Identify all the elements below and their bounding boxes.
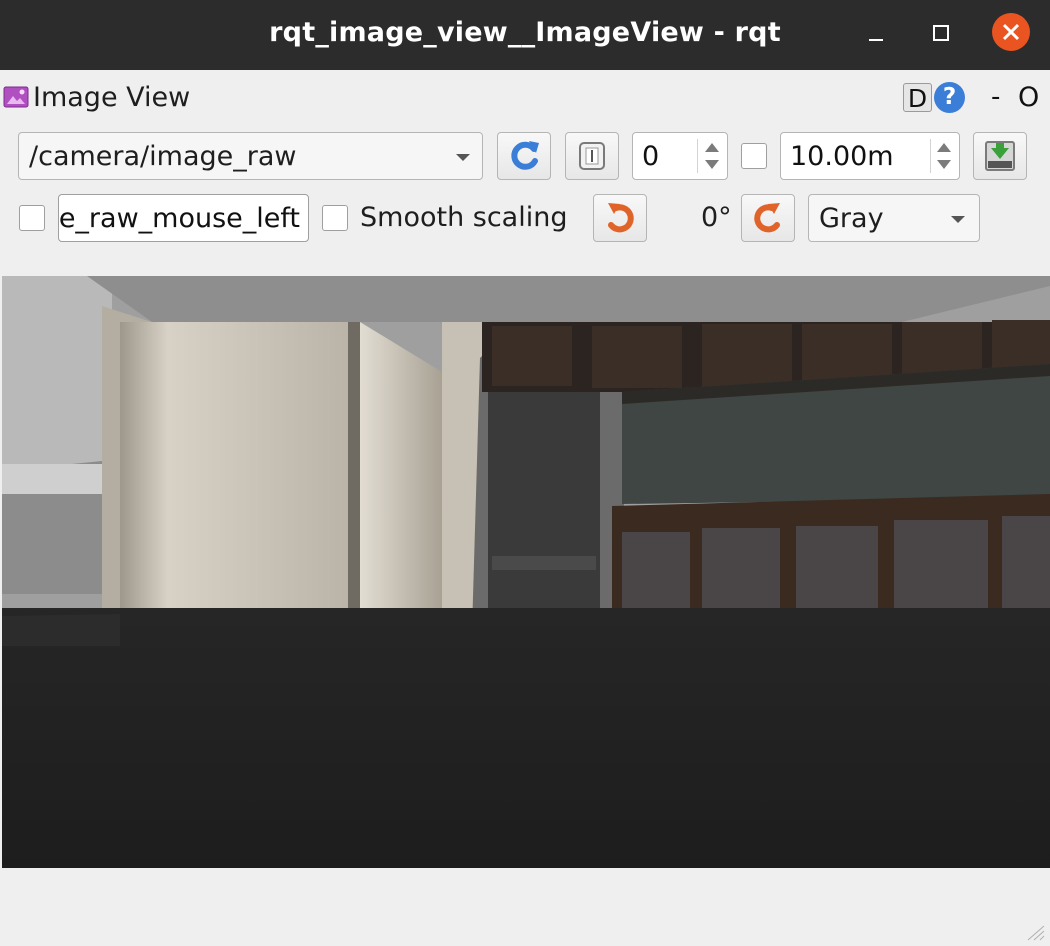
spin-divider <box>697 139 698 173</box>
rotate-left-button[interactable] <box>593 194 647 242</box>
spin-arrows-icon[interactable] <box>701 139 723 173</box>
window-titlebar[interactable]: rqt_image_view__ImageView - rqt <box>0 0 1050 70</box>
help-button[interactable]: ? <box>934 82 965 113</box>
rotate-right-icon <box>754 203 780 233</box>
minimize-plugin-button[interactable]: - <box>991 82 1000 112</box>
resize-grip-icon[interactable] <box>1022 924 1046 942</box>
close-plugin-button[interactable]: O <box>1018 82 1039 113</box>
number-spinbox[interactable]: 0 <box>632 132 728 180</box>
number-spinbox-value: 0 <box>642 141 660 172</box>
rotation-label: 0° <box>701 202 732 233</box>
chevron-down-icon <box>456 154 470 161</box>
mouse-topic-input[interactable]: e_raw_mouse_left <box>58 194 309 242</box>
zoom-one-to-one-button[interactable] <box>565 132 619 180</box>
rotate-right-button[interactable] <box>741 194 795 242</box>
mouse-publish-checkbox[interactable] <box>19 205 45 231</box>
close-icon <box>1002 23 1020 41</box>
smooth-scaling-label: Smooth scaling <box>360 202 568 233</box>
smooth-scaling-checkbox[interactable] <box>322 205 348 231</box>
refresh-icon <box>511 141 539 170</box>
color-scheme-select[interactable]: Gray <box>808 194 980 242</box>
topic-select-value: /camera/image_raw <box>29 141 297 172</box>
chevron-down-icon <box>951 216 965 223</box>
color-scheme-value: Gray <box>819 203 884 234</box>
plugin-title: Image View <box>33 82 191 113</box>
save-image-button[interactable] <box>973 132 1027 180</box>
maximize-button[interactable] <box>921 14 961 54</box>
max-range-value: 10.00m <box>790 141 894 172</box>
refresh-button[interactable] <box>497 132 551 180</box>
mouse-topic-value: e_raw_mouse_left <box>58 203 300 234</box>
maximize-icon <box>933 25 949 41</box>
spin-arrows-icon[interactable] <box>933 139 955 173</box>
minimize-button[interactable] <box>856 14 896 54</box>
zoom-one-to-one-icon <box>579 142 605 170</box>
rotate-left-icon <box>608 203 634 233</box>
dock-button[interactable]: D <box>903 83 932 113</box>
camera-image-view[interactable] <box>2 276 1050 868</box>
camera-image <box>2 276 1050 868</box>
topic-select[interactable]: /camera/image_raw <box>18 132 483 180</box>
max-range-checkbox[interactable] <box>741 143 767 169</box>
close-button[interactable] <box>992 13 1030 51</box>
max-range-spinbox[interactable]: 10.00m <box>780 132 960 180</box>
plugin-image-icon <box>3 86 29 108</box>
spin-divider <box>930 139 931 173</box>
minimize-icon <box>869 39 883 41</box>
save-image-icon <box>985 141 1015 171</box>
